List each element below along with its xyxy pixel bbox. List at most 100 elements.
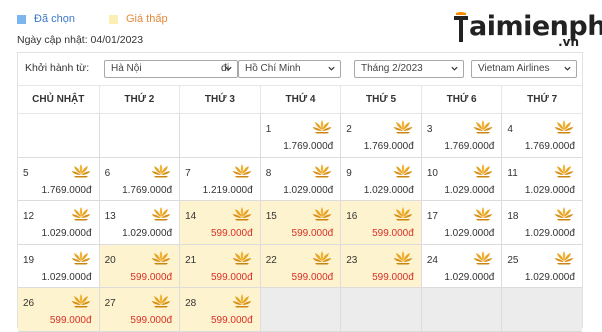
lotus-icon — [554, 207, 574, 221]
calendar-day-cell[interactable]: 3 1.769.000đ — [420, 114, 502, 158]
day-price: 1.029.000đ — [363, 184, 414, 196]
calendar-day-cell[interactable]: 28 599.000đ — [179, 288, 260, 332]
cheap-swatch — [108, 14, 118, 24]
calendar-day-cell[interactable]: 16 599.000đ — [340, 201, 421, 245]
day-price: 1.769.000đ — [524, 141, 575, 152]
calendar-day-cell[interactable]: 25 1.029.000đ — [501, 244, 582, 288]
legend-cheap-label: Giá thấp — [125, 13, 168, 25]
legend-selected-label: Đã chọn — [34, 13, 75, 25]
to-select[interactable]: Hồ Chí Minh — [238, 60, 341, 78]
calendar-weeks: 1 1.769.000đ 2 1.769.000đ 3 1.769.000đ 4 1.769.… — [18, 114, 582, 332]
day-price: 1.029.000đ — [444, 271, 495, 283]
day-price: 1.029.000đ — [41, 228, 92, 239]
calendar-week: 19 1.029.000đ 20 599.000đ 21 599.000đ 22 599.00… — [18, 244, 582, 288]
legend-cheap: Giá thấp — [108, 13, 168, 25]
day-number: 11 — [507, 167, 518, 179]
calendar-day-cell[interactable]: 10 1.029.000đ — [420, 157, 502, 201]
day-number: 25 — [507, 254, 519, 266]
calendar-day-cell[interactable]: 11 1.029.000đ — [501, 157, 582, 201]
lotus-icon — [71, 250, 91, 264]
day-price: 1.029.000đ — [122, 228, 173, 239]
weekday-fri: THỨ 6 — [420, 86, 502, 113]
day-number: 22 — [265, 254, 277, 266]
chevron-down-icon — [451, 66, 458, 71]
calendar-cell-empty — [501, 288, 582, 332]
day-price: 599.000đ — [210, 228, 253, 239]
lotus-icon — [393, 163, 413, 177]
day-price: 1.029.000đ — [524, 184, 575, 196]
day-price: 1.029.000đ — [283, 184, 334, 196]
calendar-day-cell[interactable]: 24 1.029.000đ — [420, 244, 502, 288]
calendar-day-cell[interactable]: 9 1.029.000đ — [340, 157, 421, 201]
lotus-icon — [473, 207, 493, 221]
selected-swatch — [17, 14, 26, 24]
to-label: đi — [221, 62, 230, 74]
day-price: 599.000đ — [291, 228, 334, 239]
day-price: 599.000đ — [49, 315, 92, 326]
calendar-day-cell[interactable]: 26 599.000đ — [18, 288, 99, 332]
from-select[interactable]: Hà Nội — [104, 60, 238, 78]
day-price: 599.000đ — [130, 271, 173, 283]
day-number: 26 — [23, 298, 35, 309]
chevron-down-icon — [564, 66, 571, 71]
day-number: 23 — [346, 254, 358, 266]
lotus-icon — [232, 207, 252, 221]
day-price: 599.000đ — [372, 271, 414, 283]
day-price: 1.769.000đ — [283, 141, 334, 152]
legend: Đã chọn Giá thấp — [17, 12, 202, 26]
calendar-day-cell[interactable]: 15 599.000đ — [259, 201, 341, 245]
day-number: 12 — [23, 211, 35, 222]
month-select-value: Tháng 2/2023 — [361, 63, 423, 74]
weekday-tue: THỨ 3 — [179, 86, 260, 113]
taimienphi-logo-icon — [454, 12, 468, 42]
calendar-cell-empty — [420, 288, 502, 332]
day-price: 1.769.000đ — [41, 184, 92, 196]
calendar-day-cell[interactable]: 21 599.000đ — [179, 244, 260, 288]
calendar-day-cell[interactable]: 2 1.769.000đ — [340, 114, 421, 158]
calendar-day-cell[interactable]: 4 1.769.000đ — [501, 114, 582, 158]
calendar-day-cell[interactable]: 6 1.769.000đ — [98, 157, 180, 201]
logo-text: aimienphi — [469, 11, 602, 42]
chevron-down-icon — [328, 66, 335, 71]
calendar-week: 26 599.000đ 27 599.000đ 28 599.000đ — [18, 288, 582, 332]
lotus-icon — [393, 207, 413, 221]
lotus-icon — [554, 250, 574, 264]
calendar-day-cell[interactable]: 5 1.769.000đ — [18, 157, 99, 201]
day-price: 599.000đ — [210, 271, 253, 283]
lotus-icon — [393, 250, 413, 264]
calendar-week: 1 1.769.000đ 2 1.769.000đ 3 1.769.000đ 4 1.769.… — [18, 114, 582, 158]
to-select-value: Hồ Chí Minh — [245, 63, 301, 74]
airline-select[interactable]: Vietnam Airlines — [471, 60, 577, 78]
weekday-header: CHỦ NHẬT THỨ 2 THỨ 3 THỨ 4 THỨ 5 THỨ 6 T… — [18, 85, 582, 114]
day-number: 28 — [185, 298, 197, 309]
calendar-day-cell[interactable]: 1 1.769.000đ — [259, 114, 341, 158]
day-number: 7 — [185, 167, 191, 179]
calendar-day-cell[interactable]: 19 1.029.000đ — [18, 244, 99, 288]
calendar-cell-empty — [340, 288, 421, 332]
weekday-mon: THỨ 2 — [98, 86, 180, 113]
day-number: 8 — [265, 167, 272, 179]
calendar-day-cell[interactable]: 12 1.029.000đ — [18, 201, 99, 245]
calendar-day-cell[interactable]: 17 1.029.000đ — [420, 201, 502, 245]
from-select-value: Hà Nội — [111, 63, 142, 74]
lotus-icon — [312, 207, 332, 221]
lotus-icon — [393, 120, 413, 134]
day-number: 18 — [507, 211, 519, 222]
calendar-day-cell[interactable]: 8 1.029.000đ — [259, 157, 341, 201]
calendar-day-cell[interactable]: 23 599.000đ — [340, 244, 421, 288]
legend-selected: Đã chọn — [17, 13, 75, 25]
calendar-day-cell[interactable]: 13 1.029.000đ — [98, 201, 180, 245]
calendar-day-cell[interactable]: 7 1.219.000đ — [179, 157, 260, 201]
calendar-day-cell[interactable]: 14 599.000đ — [179, 201, 260, 245]
calendar-day-cell[interactable]: 27 599.000đ — [98, 288, 180, 332]
lotus-icon — [151, 250, 171, 264]
day-number: 27 — [104, 298, 116, 309]
month-select[interactable]: Tháng 2/2023 — [354, 60, 464, 78]
day-number: 5 — [23, 167, 29, 179]
calendar-day-cell[interactable]: 20 599.000đ — [98, 244, 180, 288]
calendar-day-cell[interactable]: 22 599.000đ — [259, 244, 341, 288]
lotus-icon — [71, 163, 91, 177]
calendar-day-cell[interactable]: 18 1.029.000đ — [501, 201, 582, 245]
lotus-icon — [232, 163, 252, 177]
day-number: 4 — [507, 124, 513, 135]
